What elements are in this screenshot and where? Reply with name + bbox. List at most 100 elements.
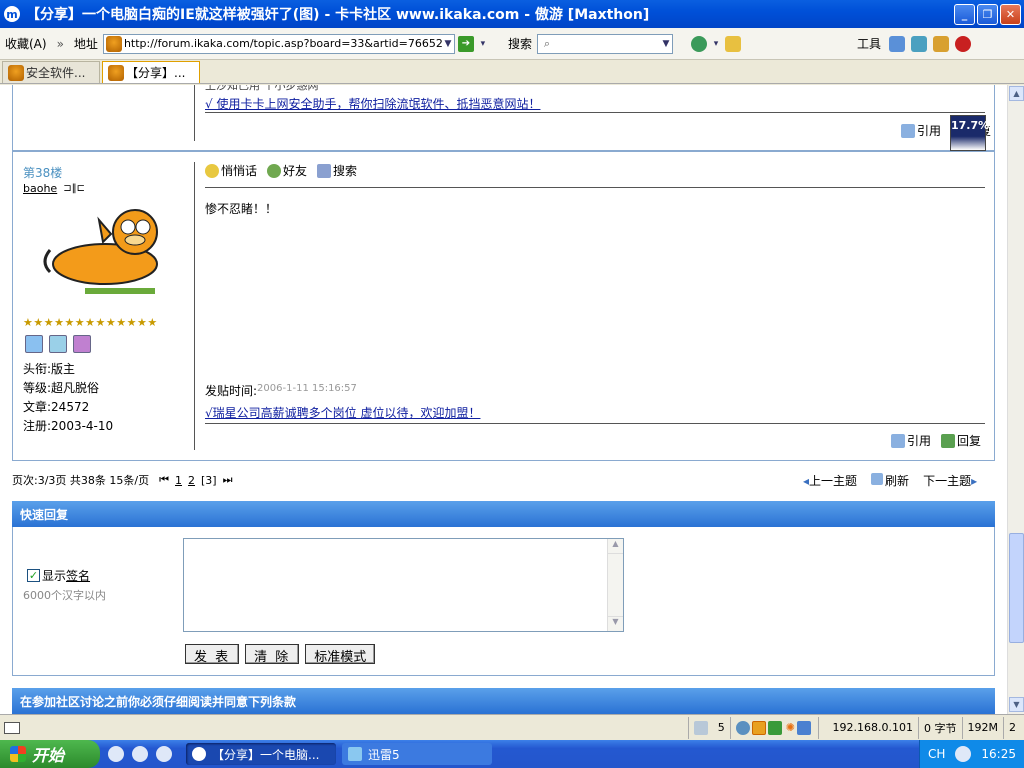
register-label: 注册:	[23, 419, 52, 433]
post-column-divider	[194, 85, 195, 141]
favorites-menu[interactable]: 收藏(A)	[0, 35, 52, 52]
textarea-scrollbar[interactable]: ▲ ▼	[607, 539, 623, 631]
last-page-icon[interactable]: ⏭	[223, 473, 233, 487]
tool-icon-3[interactable]	[932, 35, 949, 52]
go-dropdown-icon[interactable]: ▾	[477, 39, 489, 49]
terms-header: 在参加社区讨论之前你必须仔细阅读并同意下列条款	[12, 688, 995, 714]
page-link-1[interactable]: 1	[175, 474, 182, 487]
task-button-browser[interactable]: 【分享】一个电脑...	[186, 743, 336, 765]
page-link-2[interactable]: 2	[188, 474, 195, 487]
maxthon-task-icon	[192, 747, 206, 761]
highlight-icon[interactable]	[724, 35, 741, 52]
ip-address: 192.168.0.101	[818, 716, 918, 739]
title-label: 头衔:	[23, 362, 52, 376]
show-signature-checkbox[interactable]: ✓	[27, 569, 40, 582]
quote-icon	[901, 123, 915, 138]
address-dropdown-icon[interactable]: ▼	[442, 39, 454, 49]
signature-link[interactable]: √ 使用卡卡上网安全助手，帮你扫除流氓软件、抵挡恶意网站！	[205, 95, 540, 112]
level-label: 等级:	[23, 381, 52, 395]
status-tools: ✺	[729, 716, 818, 739]
right-arrow-icon: ▸	[971, 474, 978, 488]
reply-textarea[interactable]: ▲ ▼	[183, 538, 624, 632]
submit-button[interactable]: 发 表	[185, 644, 240, 665]
whisper-button[interactable]: 悄悄话	[205, 162, 257, 179]
title-value: 版主	[51, 362, 76, 376]
scroll-down-icon[interactable]: ▼	[1009, 697, 1024, 712]
quicklaunch-maxthon-icon[interactable]	[108, 746, 124, 762]
user-icons	[25, 335, 97, 353]
page-scrollbar[interactable]: ▲ ▼	[1007, 85, 1024, 714]
friend-button[interactable]: 好友	[267, 162, 307, 179]
clear-button[interactable]: 清 除	[245, 644, 300, 665]
status-tool-icon-1[interactable]	[735, 720, 750, 735]
scroll-up-icon[interactable]: ▲	[608, 539, 623, 554]
close-button[interactable]: ✕	[1000, 3, 1021, 25]
tray-expand-icon[interactable]	[955, 746, 972, 762]
toolbar-overflow-button[interactable]: »	[52, 37, 69, 51]
prev-topic-button[interactable]: ◂上一主题	[803, 472, 857, 489]
search-user-button[interactable]: 搜索	[317, 162, 357, 179]
status-tool-icon-2[interactable]	[751, 720, 766, 735]
show-signature-row: ✓ 显示 签名	[27, 567, 90, 584]
toolbar: 收藏(A) » 地址 http://forum.ikaka.com/topic.…	[0, 28, 1024, 60]
restore-button[interactable]: ❐	[977, 3, 998, 25]
post-time: 发贴时间: 2006-1-11 15:16:57	[205, 382, 357, 399]
scroll-thumb[interactable]	[1009, 533, 1024, 643]
search-dropdown-icon[interactable]: ▼	[660, 39, 672, 49]
progress-badge: 17.7%	[950, 115, 989, 151]
quicklaunch-media-icon[interactable]	[132, 746, 148, 762]
start-button[interactable]: 开始	[0, 740, 100, 768]
show-signature-label: 显示	[42, 569, 67, 583]
tab-share-topic[interactable]: 【分享】...	[102, 61, 200, 83]
search-box[interactable]: ⌕ ▼	[536, 33, 673, 54]
reply-buttons: 发 表 清 除 标准模式	[185, 644, 381, 665]
tool-icon-4[interactable]	[954, 35, 971, 52]
reply-label: 回复	[957, 434, 982, 448]
quicklaunch-ie-icon[interactable]	[156, 746, 172, 762]
status-tool-icon-3[interactable]	[767, 720, 782, 735]
task-button-thunder[interactable]: 迅雷5	[342, 743, 492, 765]
posts-label: 文章:	[23, 400, 52, 414]
standard-mode-button[interactable]: 标准模式	[305, 644, 376, 665]
tab-label: 【分享】...	[126, 66, 186, 80]
memory-usage: 192M	[961, 716, 1004, 739]
tab-security-software[interactable]: 安全软件...	[2, 61, 100, 83]
search-engine-dropdown-icon[interactable]: ▾	[710, 39, 722, 49]
address-bar[interactable]: http://forum.ikaka.com/topic.asp?board=3…	[102, 33, 455, 54]
maxthon-app-icon[interactable]: m	[4, 6, 20, 22]
minimize-button[interactable]: _	[954, 3, 975, 25]
refresh-button[interactable]: 刷新	[871, 472, 909, 489]
pager: 页次:3/3页 共38条 15条/页 ⏮ 1 2 [3] ⏭	[12, 472, 233, 488]
refresh-label: 刷新	[885, 474, 910, 488]
author-info: 头衔:版主 等级:超凡脱俗 文章:24572 注册:2003-4-10	[23, 360, 113, 436]
search-engine-icon[interactable]	[690, 35, 707, 52]
author-username[interactable]: baohe	[23, 182, 57, 195]
post-time-value: 2006-1-11 15:16:57	[257, 383, 357, 394]
first-page-icon[interactable]: ⏮	[159, 473, 169, 487]
scroll-up-icon[interactable]: ▲	[1009, 86, 1024, 101]
signature-link[interactable]: 签名	[66, 567, 90, 584]
thunder-task-icon	[348, 747, 362, 761]
signature-rule	[205, 423, 985, 424]
url-text[interactable]: http://forum.ikaka.com/topic.asp?board=3…	[124, 37, 442, 50]
tool-icon-2[interactable]	[910, 35, 927, 52]
go-icon[interactable]: ➔	[457, 35, 474, 52]
reply-button[interactable]: 回复	[941, 432, 981, 449]
system-tray: CH 16:25	[919, 740, 1024, 768]
scroll-down-icon[interactable]: ▼	[608, 616, 623, 631]
quote-button[interactable]: 引用	[901, 122, 941, 139]
tools-menu[interactable]: 工具	[852, 35, 886, 52]
popup-blocker[interactable]: 5	[687, 716, 730, 739]
page-content: 上沙知已用 个小步惑网 √ 使用卡卡上网安全助手，帮你扫除流氓软件、抵挡恶意网站…	[0, 85, 1007, 714]
quote-button[interactable]: 引用	[891, 432, 931, 449]
language-indicator[interactable]: CH	[928, 747, 945, 761]
status-tool-icon-4[interactable]: ✺	[786, 721, 795, 734]
title-bar: m 【分享】一个电脑白痴的IE就这样被强奸了(图) - 卡卡社区 www.ika…	[0, 0, 1024, 28]
page-status-icon	[4, 721, 20, 734]
post-toolbar: 悄悄话 好友 搜索	[195, 162, 357, 179]
friend-icon	[267, 163, 282, 178]
next-topic-button[interactable]: 下一主题▸	[923, 472, 977, 489]
tool-icon-1[interactable]	[888, 35, 905, 52]
status-tool-icon-5[interactable]	[797, 720, 811, 735]
signature-link[interactable]: √瑞星公司高薪诚聘多个岗位 虚位以待，欢迎加盟！	[205, 404, 480, 421]
